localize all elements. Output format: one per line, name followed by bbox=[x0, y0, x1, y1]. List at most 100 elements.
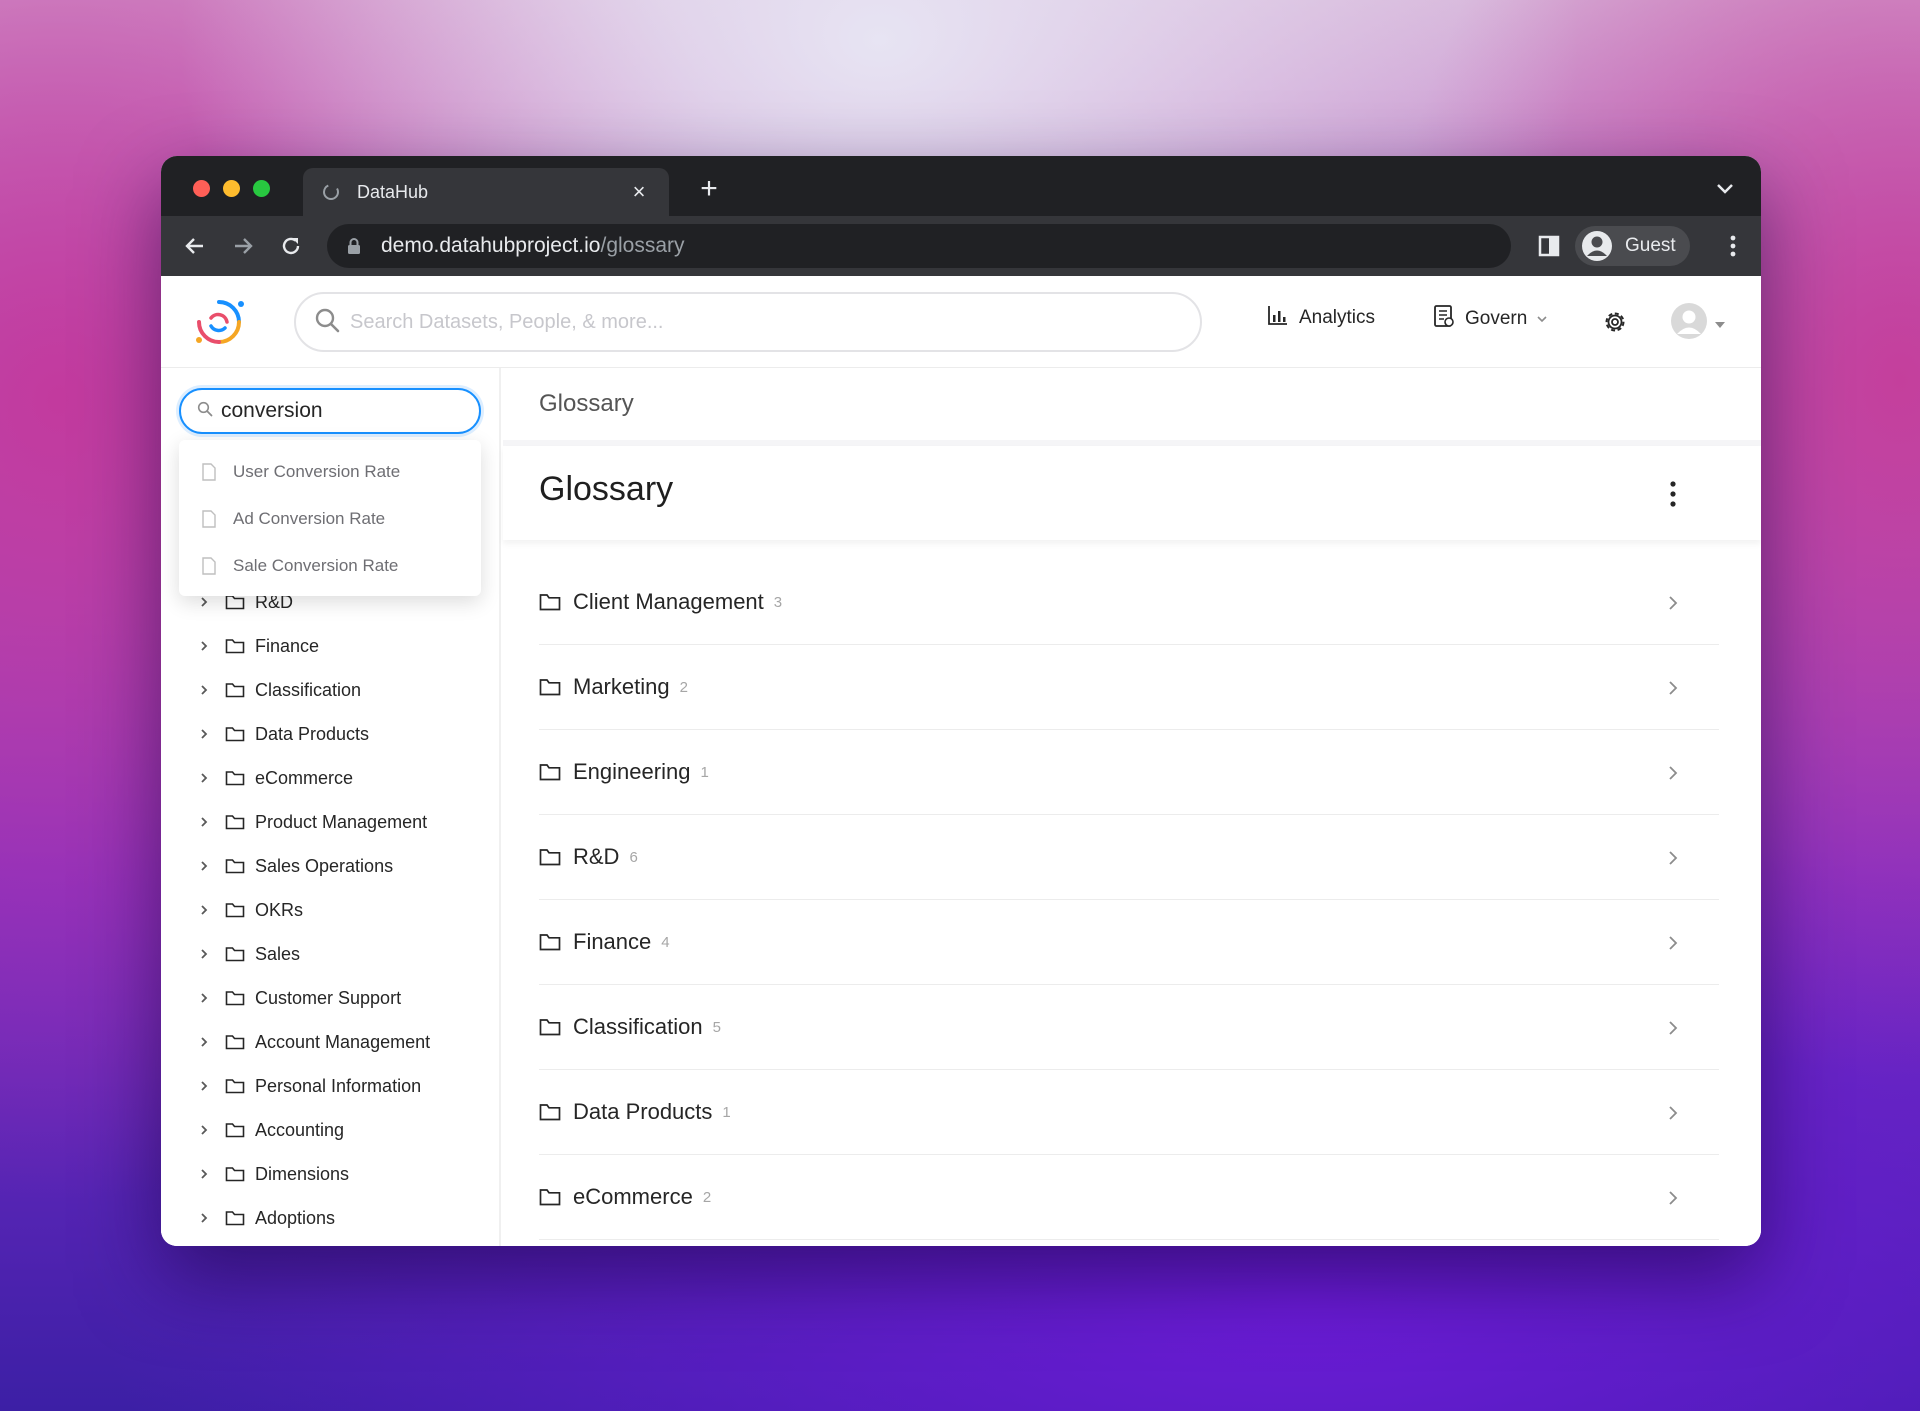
search-icon bbox=[197, 401, 213, 422]
browser-tab[interactable]: DataHub × bbox=[303, 168, 669, 216]
lock-icon bbox=[345, 237, 363, 255]
chevron-right-icon bbox=[197, 1079, 211, 1093]
chevron-right-icon bbox=[197, 727, 211, 741]
guest-avatar-icon bbox=[1581, 230, 1613, 262]
glossary-search-input[interactable] bbox=[221, 399, 492, 423]
profile-button[interactable]: Guest bbox=[1575, 226, 1690, 266]
global-search-bar[interactable] bbox=[294, 292, 1202, 352]
back-arrow-icon[interactable] bbox=[179, 230, 211, 262]
suggestion-label: User Conversion Rate bbox=[233, 461, 401, 481]
folder-icon bbox=[225, 814, 245, 830]
tree-item[interactable]: Finance bbox=[197, 626, 319, 666]
url-path: /glossary bbox=[600, 234, 685, 257]
datahub-app: Analytics Govern bbox=[161, 276, 1761, 1246]
datahub-logo-icon[interactable] bbox=[189, 292, 249, 352]
node-count: 2 bbox=[679, 678, 688, 696]
chevron-right-icon bbox=[1667, 679, 1679, 697]
folder-icon bbox=[225, 858, 245, 874]
folder-icon bbox=[225, 902, 245, 918]
document-icon bbox=[201, 556, 217, 575]
node-label: Finance bbox=[573, 929, 652, 954]
tree-item[interactable]: Account Management bbox=[197, 1022, 430, 1062]
suggestion-item[interactable]: Sale Conversion Rate bbox=[179, 542, 481, 589]
address-bar[interactable]: demo.datahubproject.io/glossary bbox=[327, 224, 1511, 268]
glossary-search-bar[interactable] bbox=[179, 388, 492, 434]
folder-icon bbox=[225, 990, 245, 1006]
suggestion-item[interactable]: Ad Conversion Rate bbox=[179, 495, 481, 542]
glossary-node-row[interactable]: Finance 4 bbox=[539, 900, 1719, 985]
tree-item[interactable]: Adoptions bbox=[197, 1198, 335, 1238]
tree-item[interactable]: Dimensions bbox=[197, 1154, 349, 1194]
node-count: 5 bbox=[712, 1018, 721, 1036]
node-label: Data Products bbox=[573, 1099, 713, 1124]
minimize-window-button[interactable] bbox=[223, 180, 240, 197]
glossary-node-row[interactable]: R&D 6 bbox=[539, 815, 1719, 900]
tree-item-label: Product Management bbox=[255, 811, 428, 832]
tree-item[interactable]: Customer Support bbox=[197, 978, 401, 1018]
folder-icon bbox=[225, 682, 245, 698]
govern-dropdown[interactable]: Govern bbox=[1433, 304, 1547, 333]
suggestion-item[interactable]: User Conversion Rate bbox=[179, 448, 481, 495]
node-label: eCommerce bbox=[573, 1184, 693, 1209]
glossary-node-row[interactable]: Client Management 3 bbox=[539, 560, 1719, 645]
chevron-right-icon bbox=[1667, 594, 1679, 612]
glossary-node-row[interactable]: Data Products 1 bbox=[539, 1070, 1719, 1155]
tab-search-chevron-icon[interactable] bbox=[1713, 178, 1737, 198]
search-suggestions-dropdown: User Conversion Rate Ad Conversion Rate … bbox=[179, 440, 481, 596]
maximize-window-button[interactable] bbox=[253, 180, 270, 197]
browser-window: DataHub × + demo.datahubproject.io/gloss… bbox=[161, 156, 1761, 1246]
glossary-node-row[interactable]: Classification 5 bbox=[539, 985, 1719, 1070]
tree-item-label: Data Products bbox=[255, 723, 370, 744]
tab-close-icon[interactable]: × bbox=[627, 179, 651, 205]
tree-item-label: eCommerce bbox=[255, 767, 354, 788]
folder-icon bbox=[539, 848, 561, 866]
tree-item[interactable]: Product Management bbox=[197, 802, 427, 842]
chevron-right-icon bbox=[197, 815, 211, 829]
tree-item-label: Personal Information bbox=[255, 1075, 422, 1096]
tree-item[interactable]: Data Products bbox=[197, 714, 369, 754]
folder-icon bbox=[225, 594, 245, 610]
new-tab-button[interactable]: + bbox=[691, 172, 727, 208]
side-panel-icon[interactable] bbox=[1535, 232, 1563, 260]
user-avatar-icon[interactable] bbox=[1670, 302, 1708, 340]
glossary-node-row[interactable]: eCommerce 2 bbox=[539, 1155, 1719, 1240]
glossary-main: Glossary Glossary Client Management 3 Ma… bbox=[503, 368, 1761, 1246]
tree-item[interactable]: Sales bbox=[197, 934, 300, 974]
tree-item[interactable]: OKRs bbox=[197, 890, 303, 930]
folder-icon bbox=[539, 678, 561, 696]
kebab-icon[interactable] bbox=[1667, 476, 1679, 512]
tree-item[interactable]: Personal Information bbox=[197, 1066, 421, 1106]
chevron-right-icon bbox=[1667, 1189, 1679, 1207]
chevron-right-icon bbox=[197, 639, 211, 653]
chevron-right-icon bbox=[197, 1167, 211, 1181]
breadcrumb[interactable]: Glossary bbox=[539, 390, 634, 418]
global-search-input[interactable] bbox=[350, 310, 1200, 334]
folder-icon bbox=[225, 1078, 245, 1094]
gear-icon[interactable] bbox=[1601, 308, 1629, 336]
folder-icon bbox=[225, 726, 245, 742]
reload-icon[interactable] bbox=[275, 230, 307, 262]
tree-item[interactable]: Sales Operations bbox=[197, 846, 393, 886]
node-label: Classification bbox=[573, 1014, 703, 1039]
tree-item[interactable]: Classification bbox=[197, 670, 361, 710]
glossary-node-row[interactable]: Engineering 1 bbox=[539, 730, 1719, 815]
node-count: 2 bbox=[702, 1188, 712, 1206]
document-icon bbox=[201, 462, 217, 481]
folder-icon bbox=[225, 946, 245, 962]
tree-item[interactable]: Accounting bbox=[197, 1110, 344, 1150]
user-menu-caret-icon[interactable] bbox=[1714, 316, 1726, 328]
forward-arrow-icon[interactable] bbox=[227, 230, 259, 262]
glossary-node-row[interactable]: Marketing 2 bbox=[539, 645, 1719, 730]
folder-icon bbox=[225, 1210, 245, 1226]
close-window-button[interactable] bbox=[193, 180, 210, 197]
analytics-link[interactable]: Analytics bbox=[1267, 304, 1375, 331]
folder-icon bbox=[539, 1103, 561, 1121]
analytics-label: Analytics bbox=[1299, 306, 1376, 328]
node-count: 1 bbox=[722, 1103, 731, 1121]
chevron-right-icon bbox=[1667, 849, 1679, 867]
chevron-right-icon bbox=[197, 771, 211, 785]
browser-menu-icon[interactable] bbox=[1723, 232, 1743, 260]
chevron-right-icon bbox=[1667, 764, 1679, 782]
datahub-favicon-icon bbox=[321, 182, 341, 202]
tree-item[interactable]: eCommerce bbox=[197, 758, 353, 798]
